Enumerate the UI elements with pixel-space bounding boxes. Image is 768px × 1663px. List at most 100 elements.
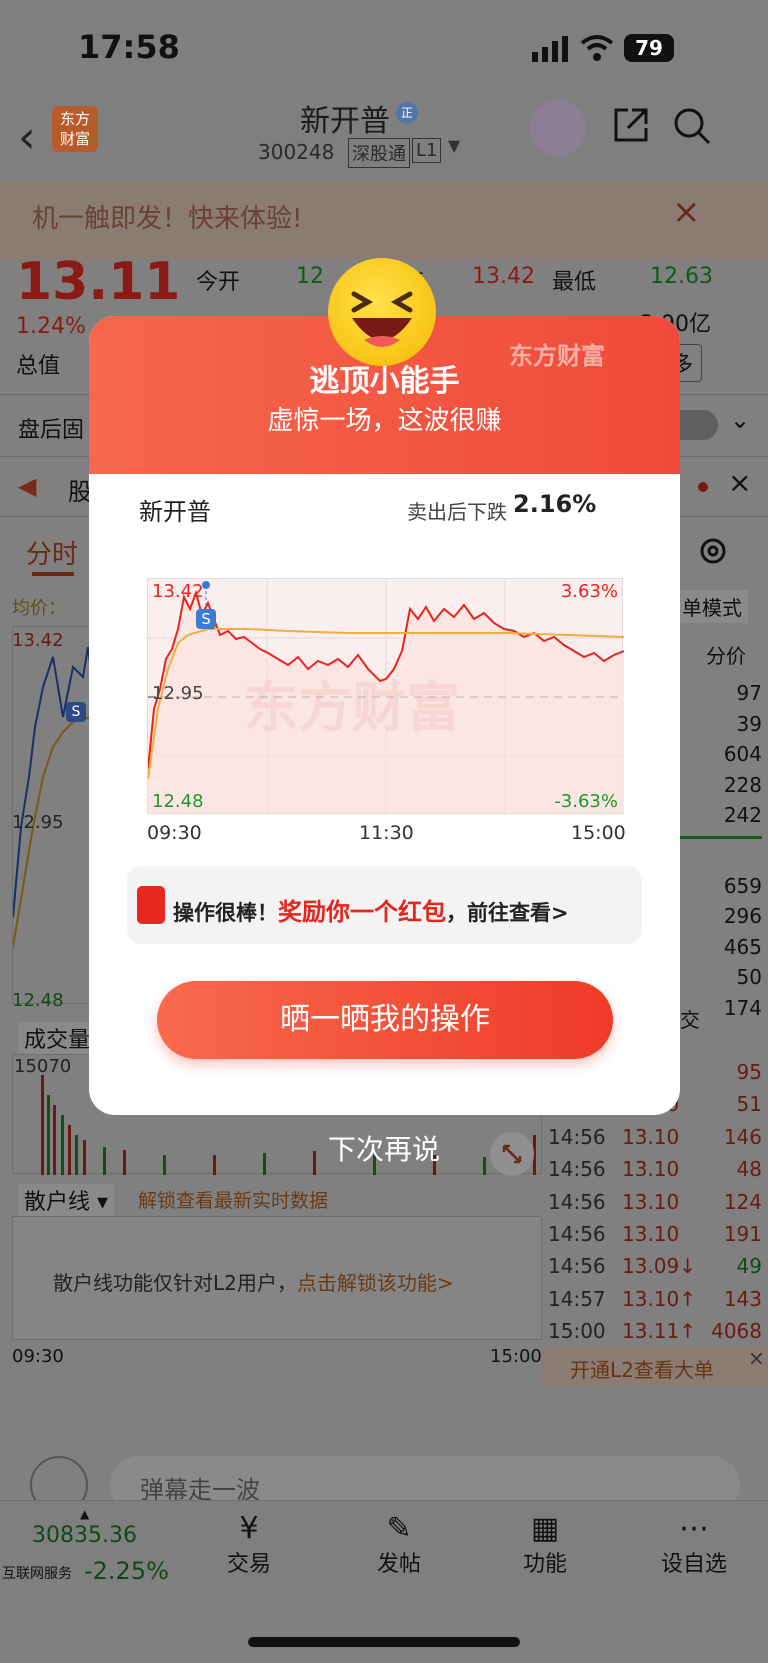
reward-bar[interactable]: 操作很棒！奖励你一个红包，前往查看> — [127, 866, 642, 944]
retail-line-select[interactable]: 散户线 ▾ — [18, 1184, 115, 1216]
modal-subtitle: 虚惊一场，这波很赚 — [267, 406, 502, 436]
current-price: 13.11 — [16, 252, 181, 312]
retail-label: 散户线 — [24, 1190, 91, 1215]
caret-up-icon: ▲ — [80, 1507, 90, 1521]
trade-row: 14:56 13.09↓ 49 — [548, 1254, 762, 1286]
app-logo: 东方 财富 — [52, 106, 98, 152]
battery-icon: 79 — [624, 34, 674, 62]
tab-intraday[interactable]: 分时 — [26, 534, 78, 571]
share-operation-button[interactable]: 晒一晒我的操作 — [157, 981, 613, 1059]
battery-level: 79 — [635, 36, 663, 60]
retail-panel: 散户线功能仅针对L2用户，点击解锁该功能> — [12, 1216, 542, 1340]
open-value: 12 — [296, 264, 324, 289]
assistant-avatar[interactable] — [530, 100, 586, 156]
trade-price: 13.09↓ — [622, 1254, 697, 1279]
trade-time: 14:56 — [548, 1222, 606, 1246]
status-time: 17:58 — [78, 28, 180, 66]
nav-label: 设自选 — [660, 1552, 727, 1577]
nav-functions[interactable]: ▦ 功能 — [520, 1511, 570, 1578]
trade-row: 14:56 13.10 191 — [548, 1222, 762, 1254]
red-envelope-icon — [137, 886, 165, 924]
modal-stock-name: 新开普 — [139, 498, 211, 526]
high-value: 13.42 — [472, 264, 535, 289]
price-col-header: 分价 — [706, 644, 746, 668]
mktcap-label: 总值 — [16, 354, 61, 379]
trade-volume: 191 — [723, 1222, 762, 1246]
reward-text-3: ，前往查看> — [446, 901, 569, 925]
close-icon[interactable]: × — [748, 1346, 765, 1370]
exchange-tag: 深股通 — [348, 138, 410, 168]
yen-icon: ¥ — [239, 1511, 259, 1546]
trade-time: 14:56 — [548, 1254, 606, 1279]
trade-time: 14:56 — [548, 1189, 606, 1214]
logo-line1: 东方 — [59, 110, 90, 128]
chevron-down-icon[interactable]: ▼ — [448, 136, 460, 155]
back-icon[interactable]: ‹ — [18, 112, 36, 163]
trade-volume: 143 — [723, 1286, 762, 1311]
sell-result-modal: 东方财富 逃顶小能手 虚惊一场，这波很赚 新开普 卖出后下跌 2.16% S 东… — [89, 316, 680, 1115]
expand-icon[interactable] — [490, 1132, 534, 1176]
x-label: 09:30 — [147, 822, 202, 844]
l2-cta[interactable]: 开通L2查看大单 × — [542, 1346, 768, 1386]
trades-header: 交 — [680, 1008, 700, 1032]
mini-low: 12.48 — [12, 990, 64, 1011]
low-value: 12.63 — [650, 264, 713, 289]
volume-max: 15070 — [14, 1056, 72, 1077]
share-icon[interactable] — [612, 106, 650, 148]
mini-high: 13.42 — [12, 630, 64, 651]
x-label: 11:30 — [359, 822, 414, 844]
mode-button[interactable]: 单模式 — [676, 590, 748, 623]
time-end: 15:00 — [490, 1346, 542, 1367]
status-bar: 17:58 79 — [0, 0, 768, 100]
later-button[interactable]: 下次再说 — [0, 1128, 768, 1168]
sell-marker: S — [66, 702, 86, 722]
chevron-down-icon[interactable]: ⌄ — [730, 406, 750, 434]
trade-volume: 95 — [736, 1060, 762, 1084]
search-icon[interactable] — [672, 106, 712, 150]
afterhours-label: 盘后固 — [18, 418, 85, 443]
trade-price: 13.10↑ — [622, 1286, 697, 1311]
tab-underline — [32, 572, 74, 576]
level-tag: L1 — [412, 138, 442, 163]
chart-watermark: 东方财富 — [244, 676, 460, 739]
y-mid: 12.95 — [152, 683, 204, 704]
trade-row: 14:57 13.10↑ 143 — [548, 1287, 762, 1319]
stock-code: 300248 — [258, 140, 335, 164]
trade-price: 13.11↑ — [622, 1319, 697, 1344]
gear-icon[interactable] — [696, 534, 730, 572]
more-dots-icon: ⋯ — [679, 1511, 709, 1546]
x-label: 15:00 — [571, 822, 626, 844]
stock-header: ‹ 东方 财富 新开普 正 300248 深股通 L1 ▼ — [0, 100, 768, 182]
low-label: 最低 — [552, 270, 597, 295]
trade-volume: 49 — [736, 1254, 762, 1279]
drop-value: 2.16% — [513, 490, 597, 518]
ob-divider — [680, 836, 762, 839]
trade-row: 14:56 13.10 124 — [548, 1190, 762, 1222]
reward-text-2: 奖励你一个红包 — [278, 898, 446, 926]
pct-high: 3.63% — [560, 581, 618, 602]
grid-icon: ▦ — [530, 1511, 560, 1546]
trade-volume: 4068 — [711, 1319, 762, 1344]
volume-label[interactable]: 成交量 — [18, 1022, 97, 1054]
index-name: 互联网服务 — [2, 1566, 72, 1582]
nav-post[interactable]: ✎ 发帖 — [374, 1511, 424, 1578]
avg-label: 均价： — [12, 598, 66, 619]
verified-icon: 正 — [396, 102, 418, 124]
unlock-link[interactable]: 解锁查看最新实时数据 — [138, 1186, 328, 1213]
banner-text: 机一触即发！快来体验! — [32, 204, 303, 234]
index-value: 30835.36 — [32, 1523, 137, 1548]
close-icon[interactable]: × — [672, 192, 701, 232]
trade-price: 13.10 — [622, 1222, 680, 1246]
home-indicator — [248, 1637, 520, 1647]
red-dot — [698, 482, 708, 492]
modal-price-chart: S 东方财富 13.42 12.95 12.48 3.63% -3.63% — [147, 578, 624, 815]
nav-trade[interactable]: ¥ 交易 — [224, 1511, 274, 1578]
promo-banner[interactable]: 机一触即发！快来体验! × — [0, 182, 768, 260]
retail-notice-link[interactable]: 点击解锁该功能> — [297, 1271, 454, 1295]
trade-time: 14:57 — [548, 1286, 606, 1311]
nav-watchlist[interactable]: ⋯ 设自选 — [656, 1511, 732, 1578]
change-pct: 1.24% — [16, 314, 86, 339]
mini-mid: 12.95 — [12, 812, 64, 833]
close-icon[interactable]: × — [728, 466, 751, 499]
pct-low: -3.63% — [554, 791, 618, 812]
